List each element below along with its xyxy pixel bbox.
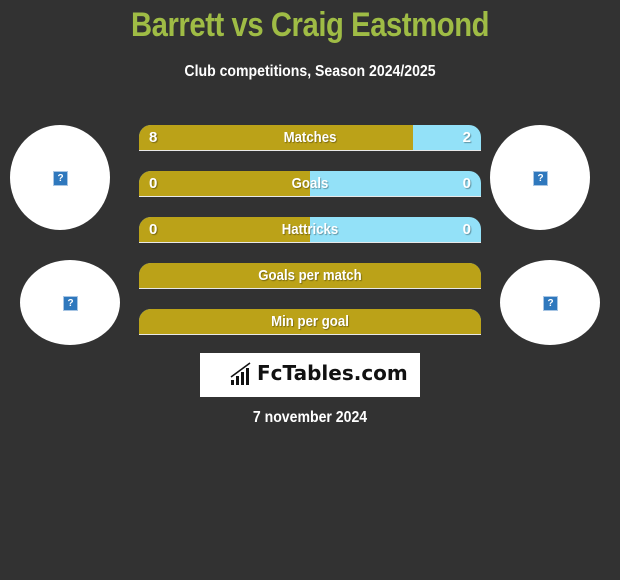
right-club-logo[interactable]: ? <box>500 260 600 345</box>
stat-label: Matches <box>283 129 337 146</box>
right-value: 0 <box>462 221 471 238</box>
stat-row-matches: 8 Matches 2 <box>139 125 481 151</box>
stat-label: Min per goal <box>271 313 349 330</box>
right-value: 0 <box>462 175 471 192</box>
stat-row-min-per-goal: Min per goal <box>139 309 481 335</box>
stat-label: Goals per match <box>258 267 362 284</box>
stat-label: Hattricks <box>281 221 339 238</box>
missing-image-icon: ? <box>533 170 548 186</box>
left-club-logo[interactable]: ? <box>20 260 120 345</box>
page-title: Barrett vs Craig Eastmond <box>130 6 490 44</box>
left-value: 8 <box>149 129 158 146</box>
bar-chart-icon <box>230 362 251 385</box>
competition-subtitle: Club competitions, Season 2024/2025 <box>184 63 436 80</box>
stat-row-hattricks: 0 Hattricks 0 <box>139 217 481 243</box>
right-player-avatar[interactable]: ? <box>490 125 590 230</box>
missing-image-icon: ? <box>543 295 558 311</box>
left-value: 0 <box>149 175 158 192</box>
match-date: 7 november 2024 <box>252 409 368 426</box>
left-value: 0 <box>149 221 158 238</box>
logo-text: FcTables.com <box>257 361 408 385</box>
fctables-logo[interactable]: FcTables.com <box>200 353 420 397</box>
stat-row-goals: 0 Goals 0 <box>139 171 481 197</box>
missing-image-icon: ? <box>53 170 68 186</box>
stat-row-goals-per-match: Goals per match <box>139 263 481 289</box>
left-player-avatar[interactable]: ? <box>10 125 110 230</box>
stat-label: Goals <box>291 175 329 192</box>
missing-image-icon: ? <box>63 295 78 311</box>
right-value: 2 <box>462 129 471 146</box>
